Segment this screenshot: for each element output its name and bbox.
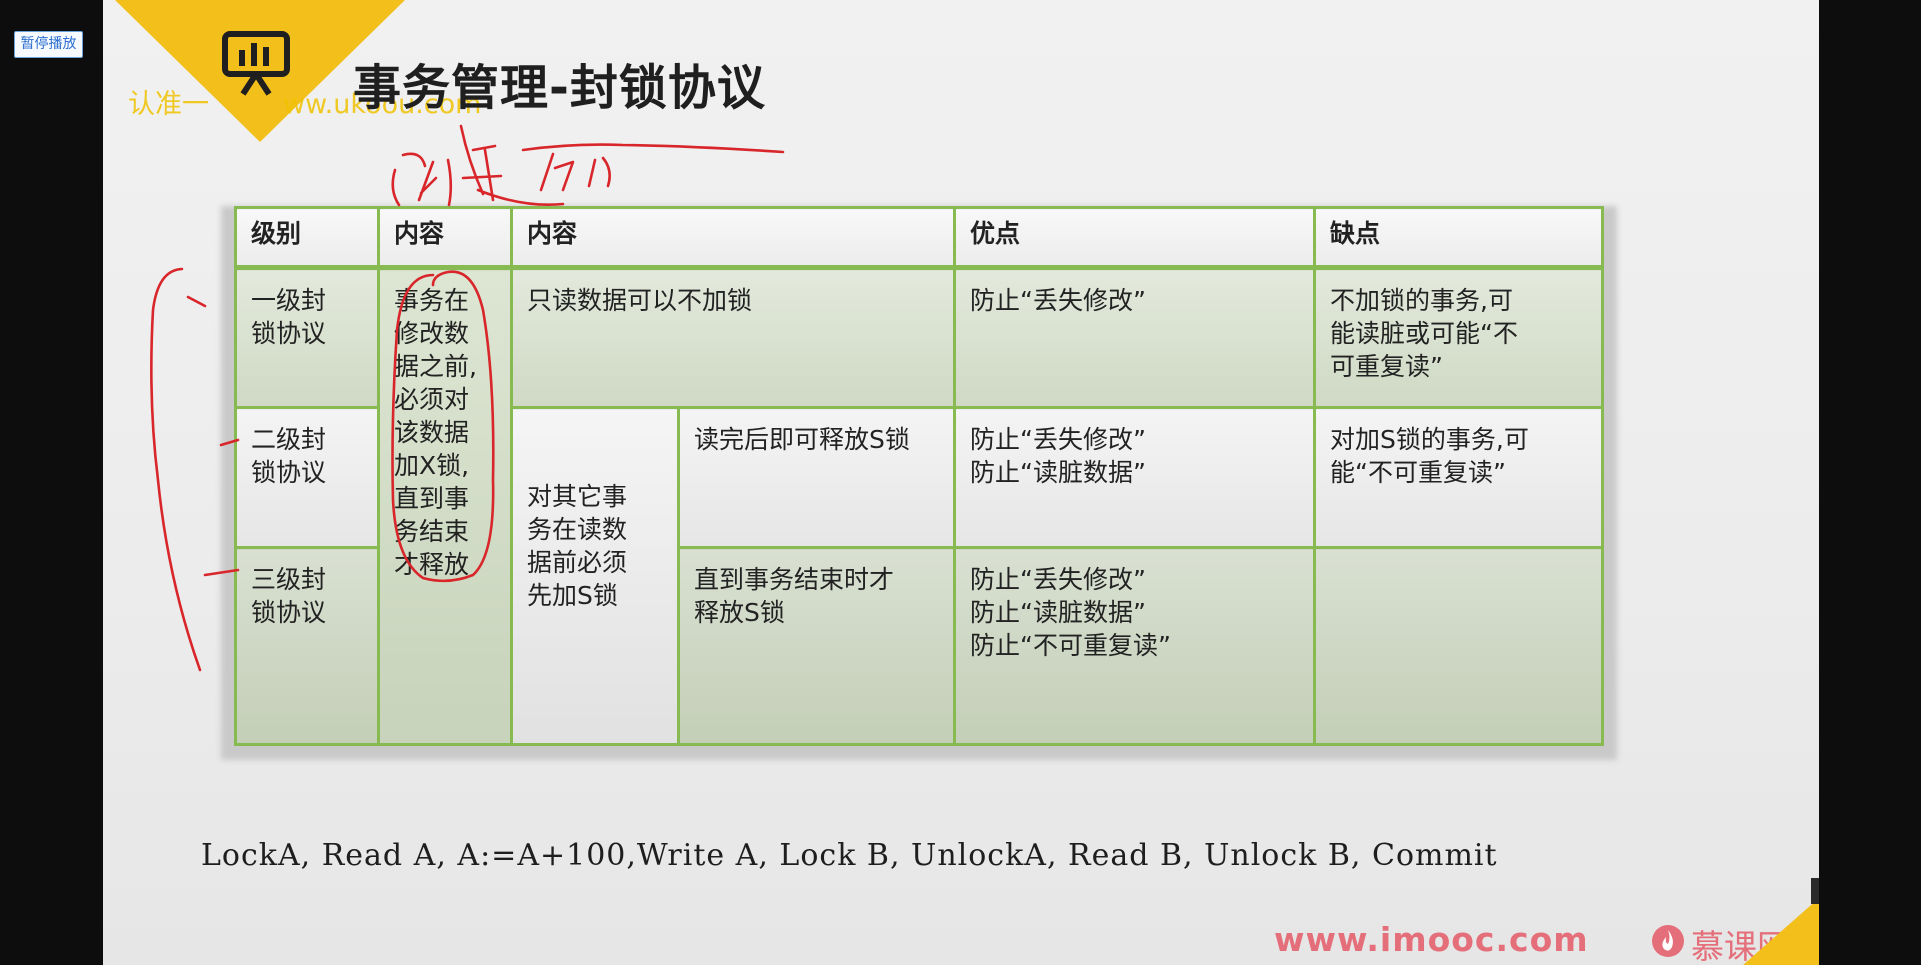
table-row: 一级封 锁协议 事务在 修改数 据之前, 必须对 该数据 加X锁, 直到事 务结束 才释放 只读数…	[234, 266, 1605, 746]
header-content: 内容	[377, 206, 513, 269]
slide-title: 事务管理-封锁协议	[353, 60, 766, 116]
content-cell: 读完后即可释放S锁	[676, 406, 957, 549]
header-level: 级别	[234, 206, 380, 269]
edge-handle[interactable]	[1811, 878, 1819, 904]
advantages-cell: 防止“丢失修改” 防止“读脏数据”	[953, 406, 1317, 549]
disadvantages-cell: 不加锁的事务,可 能读脏或可能“不 可重复读”	[1313, 266, 1605, 409]
advantages-cell: 防止“丢失修改” 防止“读脏数据” 防止“不可重复读”	[953, 546, 1317, 746]
header-content-detail: 内容	[509, 206, 957, 269]
disadvantages-cell	[1313, 546, 1605, 746]
scribble-word-3	[521, 143, 785, 192]
disadvantages-cell: 对加S锁的事务,可 能“不可重复读”	[1313, 406, 1605, 549]
bracket-left	[150, 267, 202, 672]
corner-accent-bottom-right	[1743, 898, 1819, 965]
pause-button[interactable]: 暂停播放	[14, 31, 83, 58]
level-cell: 一级封 锁协议	[234, 266, 380, 409]
slide: 认准一 ww.ukoou.com 事务管理-封锁协议 级别 内容 内容 优点 缺点…	[103, 0, 1819, 965]
advantages-cell: 防止“丢失修改”	[953, 266, 1317, 409]
imooc-flame-icon	[1652, 925, 1684, 957]
table-header-row: 级别 内容 内容 优点 缺点	[234, 206, 1605, 269]
scribble-word-2	[446, 124, 565, 207]
level-cell: 二级封 锁协议	[234, 406, 380, 549]
s-lock-rule-cell: 对其它事 务在读数 据前必须 先加S锁	[510, 406, 680, 746]
footer-site-url: www.imooc.com	[1274, 920, 1589, 959]
locking-protocol-table: 级别 内容 内容 优点 缺点 一级封 锁协议 事务在 修改数 据之前, 必须对 该数据 加X…	[234, 206, 1605, 746]
content-cell: 直到事务结束时才 释放S锁	[676, 546, 957, 746]
header-advantages: 优点	[953, 206, 1317, 269]
tick-row1	[186, 295, 207, 308]
scribble-word-1	[391, 152, 438, 207]
x-lock-rule-cell: 事务在 修改数 据之前, 必须对 该数据 加X锁, 直到事 务结束 才释放	[377, 266, 513, 746]
level-cell: 三级封 锁协议	[234, 546, 380, 746]
transaction-sequence: LockA, Read A, A:=A+100,Write A, Lock B,…	[201, 838, 1498, 873]
header-disadvantages: 缺点	[1313, 206, 1605, 269]
content-cell: 只读数据可以不加锁	[509, 266, 957, 409]
